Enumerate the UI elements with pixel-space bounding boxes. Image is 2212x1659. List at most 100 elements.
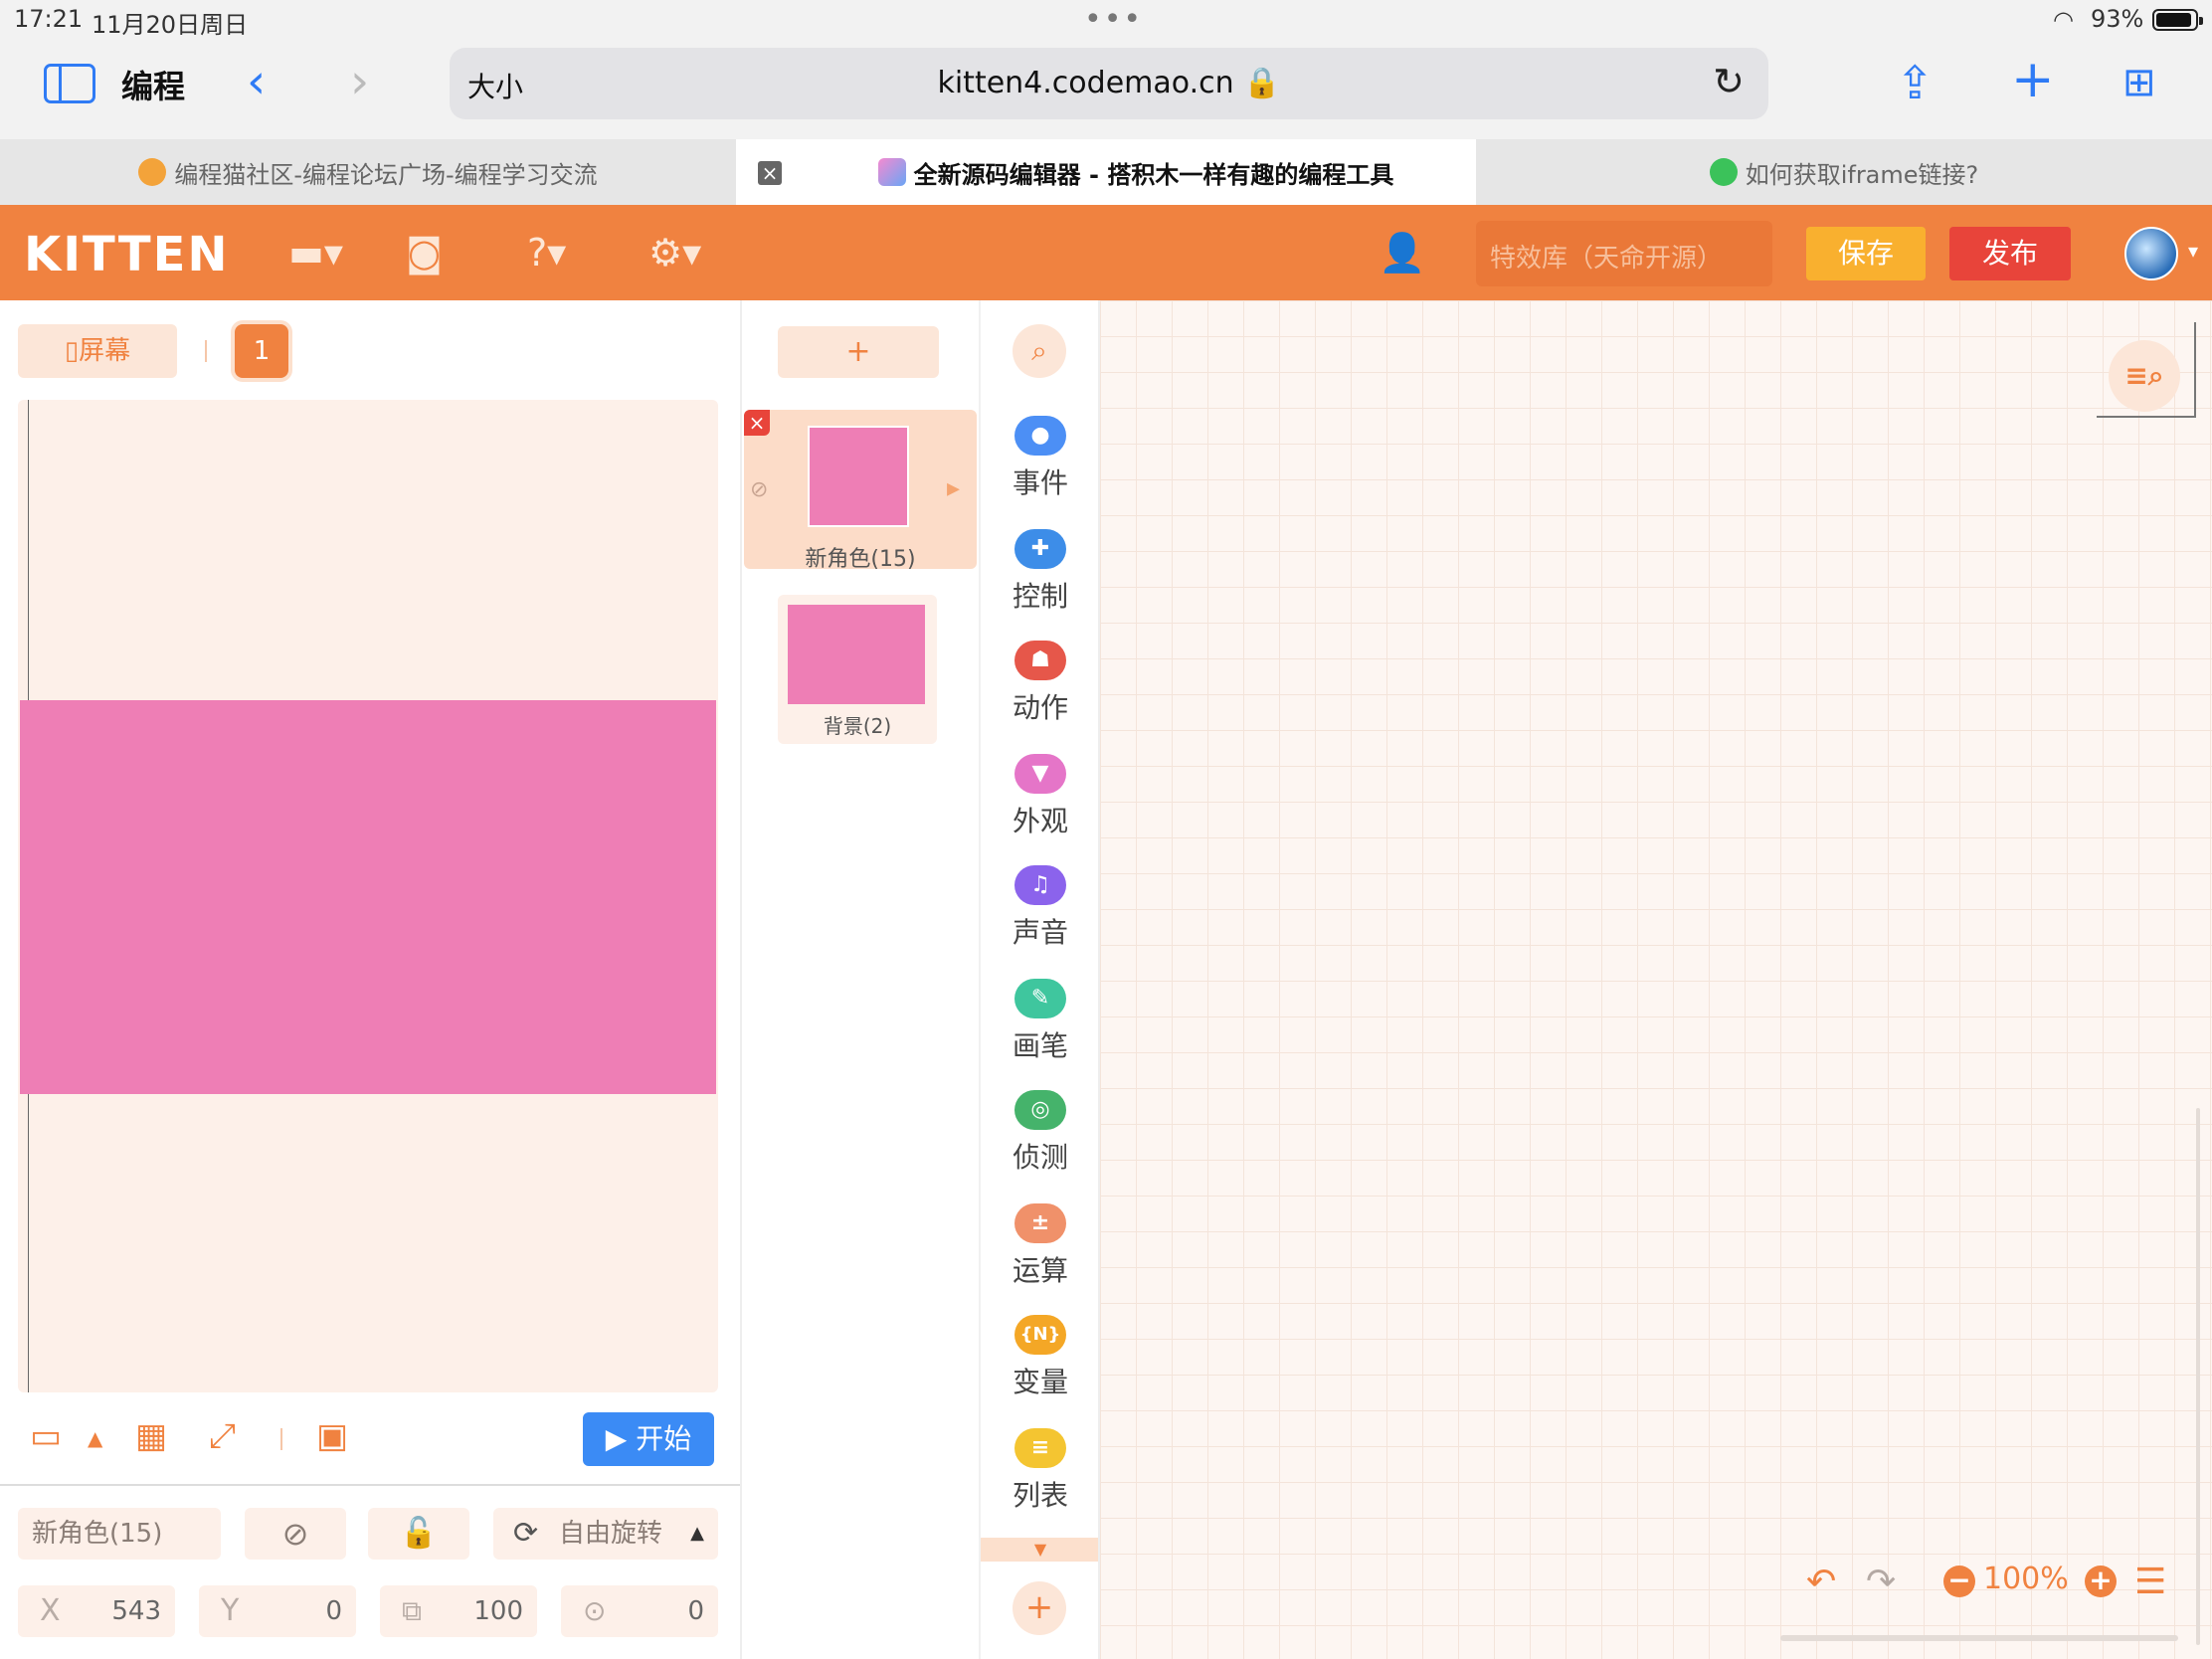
background-card[interactable]: 背景(2) — [778, 595, 937, 744]
shirt-icon: ▼ — [1014, 754, 1066, 794]
list-icon: ≡ — [1014, 1428, 1066, 1468]
lock-icon[interactable]: 🔓 — [368, 1508, 469, 1560]
vertical-scrollbar[interactable] — [2196, 1108, 2200, 1645]
zoom-in-icon[interactable]: + — [2085, 1566, 2117, 1597]
multitask-dots-icon[interactable]: ••• — [1084, 2, 1143, 37]
stage-toolbar: ▭ ▲ ▦ ⤢ ▣ ▶ 开始 — [0, 1404, 740, 1474]
url-text[interactable]: kitten4.codemao.cn 🔒 — [450, 66, 1768, 100]
sprite-list: + × ⊘ ▸ 新角色(15) 背景(2) — [740, 300, 979, 1659]
kitten-logo: KITTEN — [24, 227, 230, 282]
divider — [280, 1428, 282, 1450]
size-icon: ⧉ — [402, 1594, 422, 1627]
battery-percent: 93% — [2091, 5, 2144, 33]
grid-icon[interactable]: ▦ — [135, 1416, 167, 1456]
hidden-eye-icon[interactable]: ⊘ — [750, 477, 768, 502]
ratio-dropdown-icon[interactable]: ▲ — [88, 1426, 102, 1450]
visibility-toggle-icon[interactable]: ⊘ — [245, 1508, 346, 1560]
music-icon: ♫ — [1014, 865, 1066, 905]
effects-library-input[interactable]: 特效库（天命开源） — [1476, 221, 1772, 286]
category-motion[interactable]: ☗ 动作 — [981, 641, 1100, 750]
stage-sprite[interactable] — [20, 700, 716, 1094]
add-sprite-button[interactable]: + — [778, 326, 939, 378]
delete-sprite-icon[interactable]: × — [744, 410, 770, 436]
tab-codemao-community[interactable]: 编程猫社区-编程论坛广场-编程学习交流 — [0, 139, 736, 205]
undo-icon[interactable]: ↶ — [1806, 1562, 1836, 1602]
category-operators[interactable]: ± 运算 — [981, 1203, 1100, 1313]
codemao-favicon-icon — [138, 158, 167, 186]
status-date: 11月20日周日 — [92, 11, 249, 39]
size-field[interactable]: ⧉ 100 — [380, 1585, 537, 1637]
add-collaborator-icon[interactable]: 👤 — [1379, 231, 1425, 276]
direction-icon: ⊙ — [583, 1594, 607, 1627]
scroll-down-icon[interactable]: ▼ — [981, 1538, 1100, 1562]
sprite-card[interactable]: × ⊘ ▸ 新角色(15) — [744, 410, 977, 569]
horizontal-scrollbar[interactable] — [1780, 1635, 2178, 1641]
stage-ratio-icon[interactable]: ▭ — [30, 1416, 62, 1456]
category-variables[interactable]: {N} 变量 — [981, 1315, 1100, 1424]
direction-field[interactable]: ⊙ 0 — [561, 1585, 718, 1637]
rotation-mode-select[interactable]: ⟳ 自由旋转 ▲ — [493, 1508, 718, 1560]
category-sensing[interactable]: ◎ 侦测 — [981, 1090, 1100, 1199]
zoom-out-icon[interactable]: − — [1943, 1566, 1975, 1597]
x-position-field[interactable]: X 543 — [18, 1585, 175, 1637]
category-lists[interactable]: ≡ 列表 — [981, 1428, 1100, 1538]
browser-tabs: 编程猫社区-编程论坛广场-编程学习交流 全新源码编辑器 - 搭积木一样有趣的编程… — [0, 139, 2212, 205]
publish-button[interactable]: 发布 — [1949, 227, 2071, 280]
status-time: 17:21 — [14, 5, 84, 33]
stage-canvas[interactable] — [18, 400, 718, 1392]
category-looks[interactable]: ▼ 外观 — [981, 754, 1100, 863]
back-chevron-icon[interactable]: ‹ — [247, 54, 266, 109]
fullscreen-icon[interactable]: ⤢ — [209, 1416, 236, 1456]
record-icon[interactable]: ▣ — [316, 1416, 348, 1456]
tab-overview-icon[interactable]: ⊞ — [2122, 60, 2156, 105]
status-bar: 17:21 11月20日周日 ••• ◠ 93% — [0, 0, 2212, 40]
screen-button[interactable]: ▯屏幕 — [18, 324, 177, 378]
folder-icon[interactable]: ▬▾ — [288, 231, 343, 275]
reload-icon[interactable]: ↻ — [1713, 60, 1745, 103]
category-sound[interactable]: ♫ 声音 — [981, 865, 1100, 975]
divider — [0, 1484, 740, 1486]
redo-icon[interactable]: ↷ — [1866, 1562, 1896, 1602]
tab-kitten-editor[interactable]: 全新源码编辑器 - 搭积木一样有趣的编程工具 — [736, 139, 1476, 205]
add-extension-icon[interactable]: + — [1013, 1581, 1066, 1635]
share-icon[interactable]: ⇪ — [1896, 56, 1935, 109]
category-pen[interactable]: ✎ 画笔 — [981, 979, 1100, 1088]
background-card-name: 背景(2) — [823, 714, 892, 738]
block-categories: ⌕ ● 事件 ✚ 控制 ☗ 动作 ▼ 外观 ♫ 声音 ✎ 画笔 ◎ 侦测 ± 运… — [979, 300, 1100, 1659]
category-control[interactable]: ✚ 控制 — [981, 529, 1100, 639]
address-bar[interactable]: 大小 kitten4.codemao.cn 🔒 ↻ — [450, 48, 1768, 119]
rotation-dropdown-icon: ▲ — [690, 1523, 704, 1544]
code-workspace[interactable]: ≡⌕ ↶ ↷ − 100% + ☰ — [1098, 300, 2212, 1659]
save-button[interactable]: 保存 — [1806, 227, 1926, 280]
workspace-search-icon[interactable]: ≡⌕ — [2109, 340, 2180, 412]
sidebar-toggle-icon[interactable] — [44, 64, 95, 103]
math-icon: ± — [1014, 1203, 1066, 1243]
forward-chevron-icon[interactable]: › — [350, 54, 369, 109]
sprite-name-field[interactable]: 新角色(15) — [18, 1508, 221, 1560]
editor-header: KITTEN ▬▾ ◙ ?▾ ⚙▾ 👤 特效库（天命开源） 保存 发布 ▾ — [0, 205, 2212, 300]
tab-iframe-question[interactable]: 如何获取iframe链接? — [1476, 139, 2212, 205]
tab-title: 编程猫社区-编程论坛广场-编程学习交流 — [174, 160, 598, 189]
category-events[interactable]: ● 事件 — [981, 416, 1100, 525]
avatar-dropdown-icon[interactable]: ▾ — [2188, 239, 2198, 263]
edit-label[interactable]: 编程 — [121, 62, 185, 107]
screen-number-button[interactable]: 1 — [235, 324, 288, 378]
toggle-icon: ● — [1014, 416, 1066, 456]
variable-icon: {N} — [1014, 1315, 1066, 1355]
settings-gear-icon[interactable]: ⚙▾ — [648, 231, 701, 275]
wechat-favicon-icon — [1709, 158, 1738, 186]
new-tab-plus-icon[interactable]: + — [2011, 50, 2055, 109]
align-blocks-icon[interactable]: ☰ — [2134, 1562, 2166, 1602]
user-avatar[interactable] — [2124, 227, 2178, 280]
backpack-icon[interactable]: ◙ — [406, 231, 443, 275]
y-position-field[interactable]: Y 0 — [199, 1585, 356, 1637]
block-search-icon[interactable]: ⌕ — [1013, 324, 1066, 378]
sprite-thumbnail — [808, 426, 909, 527]
help-icon[interactable]: ?▾ — [527, 231, 566, 275]
expand-arrow-icon[interactable]: ▸ — [947, 473, 960, 503]
tab-close-icon[interactable]: × — [758, 161, 782, 185]
rotate-icon: ⟳ — [513, 1516, 539, 1551]
divider — [205, 340, 207, 362]
background-thumbnail — [788, 605, 925, 704]
start-button[interactable]: ▶ 开始 — [583, 1412, 714, 1466]
